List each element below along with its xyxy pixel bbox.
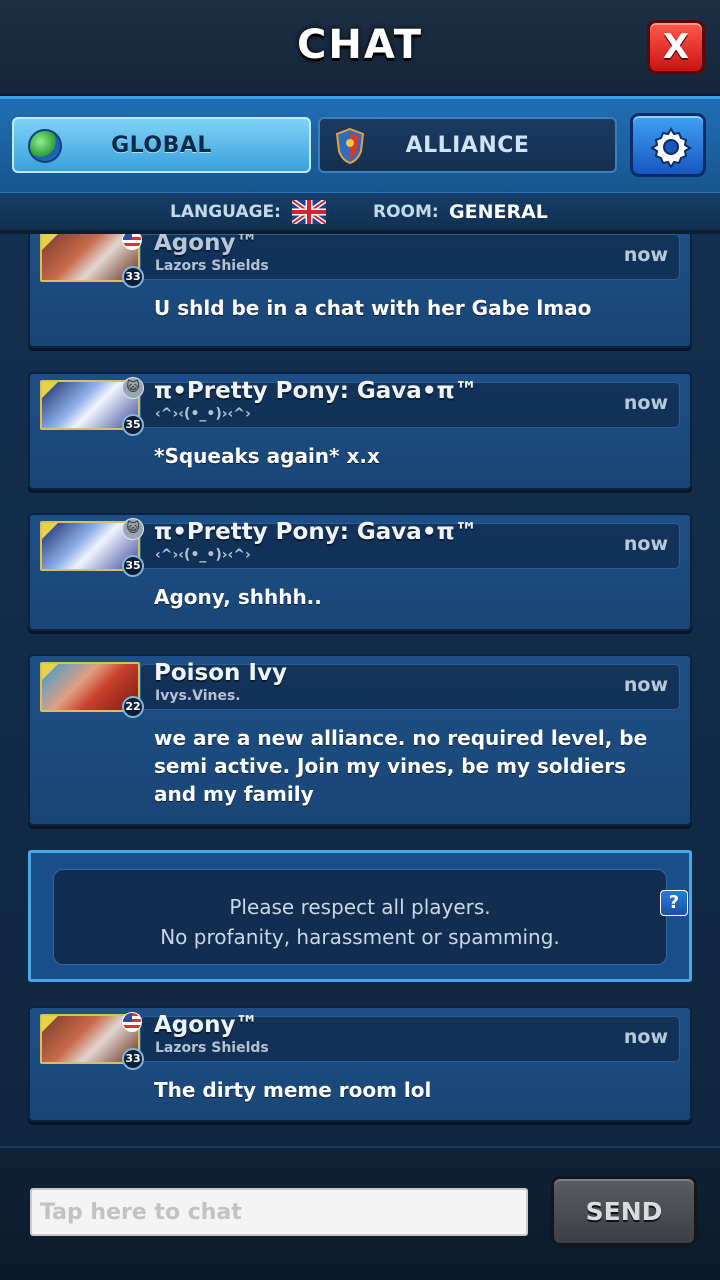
- sender-alliance: Ivys.Vines.: [155, 688, 241, 704]
- sender-name[interactable]: Agony™: [154, 234, 258, 256]
- send-button-label: SEND: [585, 1197, 663, 1226]
- chat-message[interactable]: 33 Agony™ Lazors Shields now U shld be i…: [28, 234, 692, 348]
- level-badge: 35: [122, 555, 144, 577]
- language-bar: LANGUAGE: ROOM: GENERAL: [0, 192, 720, 232]
- close-icon: X: [662, 27, 690, 67]
- message-time: now: [623, 392, 668, 414]
- sender-name[interactable]: π•Pretty Pony: Gava•π™: [154, 519, 478, 545]
- close-button[interactable]: X: [647, 20, 705, 74]
- message-text: Agony, shhhh..: [154, 585, 322, 609]
- us-flag-icon: [122, 1012, 142, 1032]
- room-label: ROOM:: [373, 202, 439, 222]
- settings-button[interactable]: [630, 113, 706, 177]
- sender-alliance: Lazors Shields: [155, 1040, 269, 1056]
- message-time: now: [623, 244, 668, 266]
- level-badge: 33: [122, 1048, 144, 1070]
- language-label: LANGUAGE:: [170, 202, 281, 222]
- chat-input[interactable]: [30, 1188, 528, 1236]
- notice-line-1: Please respect all players.: [229, 895, 491, 919]
- send-button[interactable]: SEND: [551, 1176, 697, 1246]
- message-text: we are a new alliance. no required level…: [154, 726, 648, 806]
- rank-corner-icon: [42, 234, 58, 250]
- message-text: U shld be in a chat with her Gabe lmao: [154, 296, 592, 320]
- cat-icon: 😺: [122, 518, 144, 540]
- chat-message[interactable]: 😺 35 π•Pretty Pony: Gava•π™ ‹^›‹(•_•)›‹^…: [28, 513, 692, 631]
- level-badge: 33: [122, 266, 144, 288]
- sender-alliance: Lazors Shields: [155, 258, 269, 274]
- sender-name[interactable]: Agony™: [154, 1012, 258, 1038]
- page-title: CHAT: [297, 22, 423, 68]
- tab-bar: GLOBAL ALLIANCE: [0, 96, 720, 192]
- chat-message[interactable]: 😺 35 π•Pretty Pony: Gava•π™ ‹^›‹(•_•)›‹^…: [28, 372, 692, 490]
- chat-message[interactable]: 33 Agony™ Lazors Shields now The dirty m…: [28, 1006, 692, 1122]
- sender-name[interactable]: π•Pretty Pony: Gava•π™: [154, 378, 478, 404]
- tab-alliance-label: ALLIANCE: [405, 133, 530, 158]
- rank-corner-icon: [42, 523, 58, 539]
- cat-icon: 😺: [122, 377, 144, 399]
- chat-footer: SEND: [0, 1146, 720, 1280]
- notice-line-2: No profanity, harassment or spamming.: [160, 925, 560, 949]
- level-badge: 35: [122, 414, 144, 436]
- chat-header: CHAT X: [0, 0, 720, 96]
- notice-text: Please respect all players. No profanity…: [54, 892, 666, 952]
- message-time: now: [623, 674, 668, 696]
- message-text: *Squeaks again* x.x: [154, 444, 380, 468]
- chat-rules-notice: Please respect all players. No profanity…: [28, 850, 692, 982]
- uk-flag-icon[interactable]: [292, 200, 326, 224]
- room-value[interactable]: GENERAL: [449, 201, 548, 223]
- sender-alliance: ‹^›‹(•_•)›‹^›: [155, 547, 251, 563]
- chat-message[interactable]: 22 Poison Ivy Ivys.Vines. now we are a n…: [28, 654, 692, 826]
- message-time: now: [623, 1026, 668, 1048]
- help-icon[interactable]: ?: [660, 890, 688, 916]
- rank-corner-icon: [42, 664, 58, 680]
- sender-alliance: ‹^›‹(•_•)›‹^›: [155, 406, 251, 422]
- rank-corner-icon: [42, 382, 58, 398]
- rank-corner-icon: [42, 1016, 58, 1032]
- gear-icon: [650, 127, 692, 168]
- tab-global-label: GLOBAL: [111, 133, 212, 158]
- message-time: now: [623, 533, 668, 555]
- notice-panel: Please respect all players. No profanity…: [53, 869, 688, 965]
- sender-name[interactable]: Poison Ivy: [154, 660, 287, 686]
- tab-alliance[interactable]: ALLIANCE: [318, 117, 617, 173]
- message-text: The dirty meme room lol: [154, 1078, 432, 1102]
- level-badge: 22: [122, 696, 144, 718]
- tab-global[interactable]: GLOBAL: [12, 117, 311, 173]
- chat-list[interactable]: 33 Agony™ Lazors Shields now U shld be i…: [0, 234, 720, 1146]
